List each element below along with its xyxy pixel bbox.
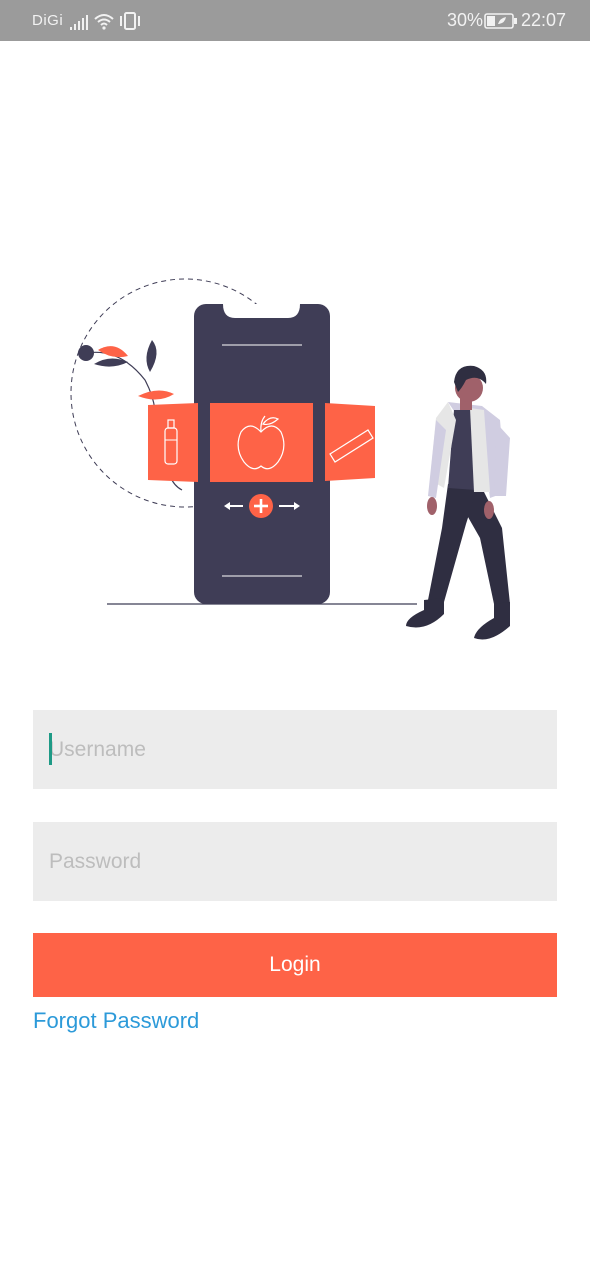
person-figure (406, 365, 510, 640)
clock: 22:07 (521, 10, 567, 30)
battery-icon (484, 13, 517, 29)
password-input[interactable] (33, 822, 557, 901)
login-button[interactable]: Login (33, 933, 557, 997)
status-bar: DiGi 30% 22:07 (0, 0, 590, 41)
username-input[interactable] (33, 710, 557, 789)
carrier-name: DiGi (32, 12, 64, 29)
battery-percent: 30% (447, 10, 484, 30)
apple-card (210, 403, 313, 482)
text-cursor (49, 733, 52, 765)
bar-card (325, 403, 375, 481)
signal-icon (70, 15, 88, 30)
bottle-card (148, 403, 198, 482)
status-icons (70, 12, 140, 30)
phone-and-person-illustration (70, 278, 510, 640)
forgot-password-link[interactable]: Forgot Password (33, 1008, 199, 1034)
wifi-icon (94, 14, 114, 30)
login-screen: DiGi 30% 22:07 Username Login Forgot Pas… (0, 0, 590, 1280)
vibrate-icon (120, 12, 140, 30)
